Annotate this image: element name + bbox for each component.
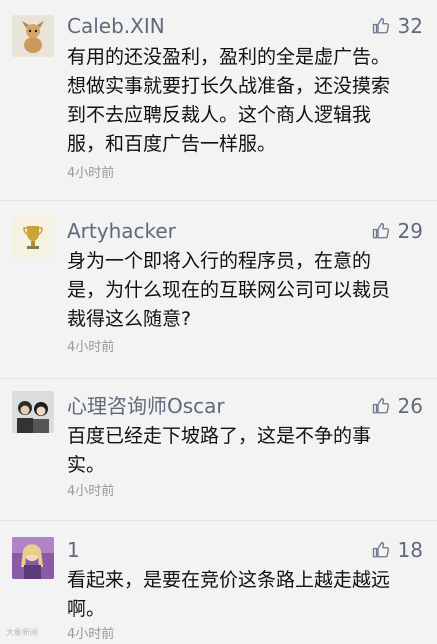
comment-time: 4小时前	[67, 166, 115, 181]
comment-text: 身为一个即将入行的程序员，在意的 是，为什么现在的互联网公司可以裁员 裁得这么随…	[67, 247, 407, 334]
like-button[interactable]: 32	[372, 14, 423, 38]
comment-text: 看起来，是要在竞价这条路上越走越远 啊。	[67, 566, 407, 624]
couple-photo-avatar-icon[interactable]	[12, 391, 54, 433]
like-count: 32	[397, 14, 423, 38]
watermark: 大象新闻	[6, 628, 38, 637]
comment-item: Artyhacker 29 身为一个即将入行的程序员，在意的 是，为什么现在的互…	[0, 200, 437, 379]
thumbs-up-icon	[372, 541, 389, 558]
comment-line: 实。	[67, 454, 106, 476]
comment-line: 百度已经走下坡路了，这是不争的事	[67, 425, 372, 447]
like-count: 29	[397, 219, 423, 243]
comment-time: 4小时前	[67, 484, 115, 499]
trophy-avatar-icon[interactable]	[12, 216, 54, 258]
comment-line: 有用的还没盈利，盈利的全是虚广告。	[67, 46, 391, 68]
girl-photo-avatar-icon[interactable]	[12, 537, 54, 579]
comment-item: Caleb.XIN 32 有用的还没盈利，盈利的全是虚广告。 想做实事就要打长久…	[0, 0, 437, 201]
like-count: 26	[397, 394, 423, 418]
commenter-name[interactable]: Artyhacker	[67, 219, 176, 243]
comment-line: 到不去应聘反裁人。这个商人逻辑我	[67, 104, 372, 126]
like-button[interactable]: 18	[372, 538, 423, 562]
comment-line: 是，为什么现在的互联网公司可以裁员	[67, 279, 391, 301]
thumbs-up-icon	[372, 397, 389, 414]
comment-line: 啊。	[67, 598, 106, 620]
like-button[interactable]: 29	[372, 219, 423, 243]
commenter-name[interactable]: Caleb.XIN	[67, 14, 165, 38]
comment-line: 裁得这么随意?	[67, 308, 192, 330]
comment-text: 百度已经走下坡路了，这是不争的事 实。	[67, 422, 407, 480]
like-count: 18	[397, 538, 423, 562]
dog-avatar-icon[interactable]	[12, 15, 54, 57]
comment-item: 1 18 看起来，是要在竞价这条路上越走越远 啊。 4小时前	[0, 520, 437, 644]
comment-text: 有用的还没盈利，盈利的全是虚广告。 想做实事就要打长久战准备，还没摸索 到不去应…	[67, 43, 407, 159]
thumbs-up-icon	[372, 222, 389, 239]
commenter-name[interactable]: 1	[67, 538, 80, 562]
comment-time: 4小时前	[67, 340, 115, 355]
like-button[interactable]: 26	[372, 394, 423, 418]
comment-item: 心理咨询师Oscar 26 百度已经走下坡路了，这是不争的事 实。 4小时前	[0, 378, 437, 521]
comment-line: 看起来，是要在竞价这条路上越走越远	[67, 569, 391, 591]
thumbs-up-icon	[372, 17, 389, 34]
comment-time: 4小时前	[67, 627, 115, 642]
comment-line: 身为一个即将入行的程序员，在意的	[67, 250, 372, 272]
comment-line: 想做实事就要打长久战准备，还没摸索	[67, 75, 391, 97]
commenter-name[interactable]: 心理咨询师Oscar	[67, 394, 225, 418]
comment-line: 服，和百度广告一样服。	[67, 133, 277, 155]
